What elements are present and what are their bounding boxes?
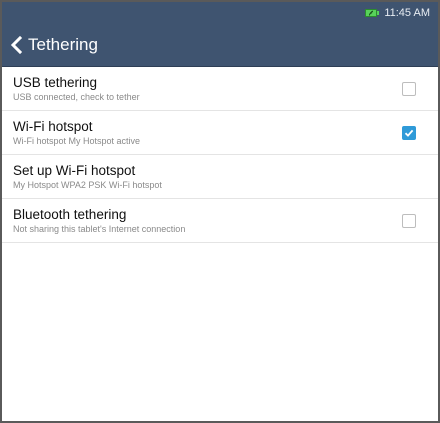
settings-list: USB tethering USB connected, check to te… — [2, 67, 438, 243]
setting-title: USB tethering — [13, 75, 98, 90]
chevron-left-icon[interactable] — [10, 35, 24, 55]
checkmark-icon — [404, 129, 414, 137]
setting-summary: Wi-Fi hotspot My Hotspot active — [13, 136, 141, 146]
setting-wifi-hotspot[interactable]: Wi-Fi hotspot Wi-Fi hotspot My Hotspot a… — [2, 111, 438, 155]
setting-bluetooth-tethering[interactable]: Bluetooth tethering Not sharing this tab… — [2, 199, 438, 243]
setting-title: Wi-Fi hotspot — [13, 119, 93, 134]
page-title: Tethering — [28, 34, 98, 54]
setting-summary: Not sharing this tablet's Internet conne… — [13, 224, 186, 234]
setting-summary: My Hotspot WPA2 PSK Wi-Fi hotspot — [13, 180, 162, 190]
wifi-hotspot-checkbox[interactable] — [402, 125, 416, 140]
usb-tethering-checkbox[interactable] — [402, 81, 416, 96]
setting-summary: USB connected, check to tether — [13, 92, 140, 102]
screen: 11:45 AM Tethering USB tethering USB con… — [0, 0, 440, 423]
bluetooth-tethering-checkbox[interactable] — [402, 213, 416, 228]
setting-setup-wifi-hotspot[interactable]: Set up Wi-Fi hotspot My Hotspot WPA2 PSK… — [2, 155, 438, 199]
setting-title: Bluetooth tethering — [13, 207, 127, 222]
status-bar: 11:45 AM — [2, 2, 438, 23]
setting-usb-tethering[interactable]: USB tethering USB connected, check to te… — [2, 67, 438, 111]
app-bar: Tethering — [2, 23, 438, 67]
battery-charging-icon — [365, 8, 380, 17]
setting-title: Set up Wi-Fi hotspot — [13, 163, 136, 178]
status-time: 11:45 AM — [384, 6, 430, 19]
